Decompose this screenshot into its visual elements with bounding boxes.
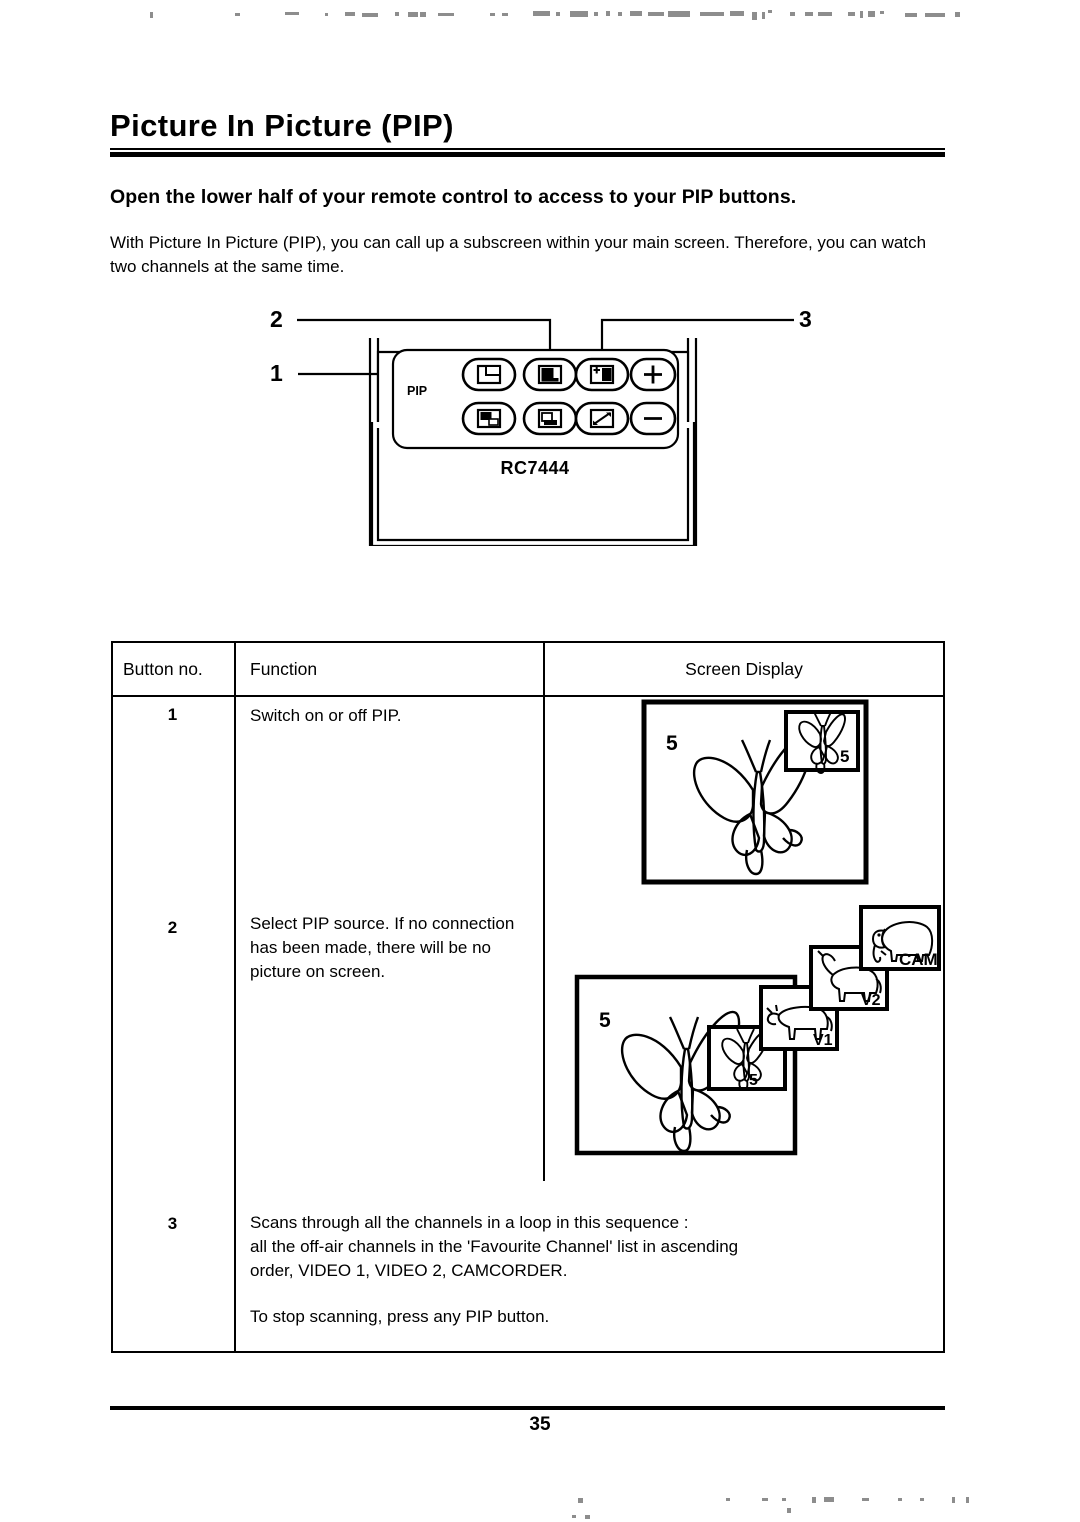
document-page: Picture In Picture (PIP) Open the lower … <box>0 0 1080 1522</box>
intro-paragraph: With Picture In Picture (PIP), you can c… <box>110 233 927 276</box>
table-header-screen-display: Screen Display <box>685 659 803 679</box>
remote-control-figure: PIP RC7444 1 2 3 <box>250 296 820 548</box>
pip-label: PIP <box>407 384 427 398</box>
table-row-1-button-no: 1 <box>167 705 178 724</box>
pip-swap-button[interactable] <box>522 401 578 436</box>
page-number: 35 <box>529 1414 551 1435</box>
pip-subscreen-cascade-4: CAM <box>859 905 941 971</box>
scan-artifacts-bottom <box>0 1490 1080 1520</box>
pip-button-table: Button no. Function Screen Display 1 Swi… <box>111 641 945 1353</box>
table-row-3-function-line-2: all the off-air channels in the 'Favouri… <box>250 1237 739 1256</box>
callout-number-2: 2 <box>270 306 283 332</box>
table-row-3-function-line-4: To stop scanning, press any PIP button. <box>250 1307 550 1326</box>
pip-subscreen-cascade-1-label: 5 <box>749 1072 758 1089</box>
table-row-3-button-no: 3 <box>167 1214 178 1233</box>
table-row-3-function-line-3: order, VIDEO 1, VIDEO 2, CAMCORDER. <box>250 1261 568 1280</box>
pip-illustration-cascade: 5 5 V1 V2 CAM <box>574 905 941 1156</box>
pip-subscreen-1-label: 5 <box>840 747 849 766</box>
table-row-1-function: Switch on or off PIP. <box>250 706 402 725</box>
scan-artifacts-top <box>0 8 1080 24</box>
main-channel-number-2: 5 <box>599 1009 611 1032</box>
pip-scan-button[interactable] <box>574 357 630 392</box>
pip-illustration-single: 5 5 <box>641 699 869 885</box>
title-rule <box>110 148 945 157</box>
callout-number-3: 3 <box>799 306 812 332</box>
main-channel-number: 5 <box>666 732 678 755</box>
remote-control-diagram: PIP RC7444 <box>297 318 794 548</box>
pip-source-button[interactable] <box>522 357 578 392</box>
pip-subscreen-cascade-4-label: CAM <box>899 950 938 969</box>
table-row-2-function: Select PIP source. If no connection has … <box>250 914 515 981</box>
pip-subscreen-1: 5 <box>784 710 860 774</box>
remote-model-label: RC7444 <box>500 458 569 478</box>
table-row-1-screen-display: 5 5 <box>640 698 872 888</box>
table-column-divider-2 <box>543 641 545 1181</box>
volume-plus-button[interactable] <box>629 357 677 392</box>
table-row-3-function-line-1: Scans through all the channels in a loop… <box>250 1213 689 1232</box>
table-header-function: Function <box>250 659 318 679</box>
pip-on-off-button[interactable] <box>461 357 517 392</box>
table-column-divider-1 <box>234 641 236 1353</box>
footer-rule <box>110 1406 945 1410</box>
table-header-button-no: Button no. <box>123 659 203 679</box>
pip-subscreen-cascade-2-label: V1 <box>813 1032 833 1049</box>
pip-size-button[interactable] <box>574 401 630 436</box>
pip-subscreen-cascade-3-label: V2 <box>861 992 881 1009</box>
section-subheading: Open the lower half of your remote contr… <box>110 186 797 208</box>
table-row-2-screen-display: 5 5 V1 V2 CAM <box>573 899 945 1159</box>
table-header-separator <box>111 695 945 697</box>
page-title: Picture In Picture (PIP) <box>110 108 454 143</box>
table-row-2-button-no: 2 <box>167 918 178 937</box>
volume-minus-button[interactable] <box>629 401 677 436</box>
pip-position-button[interactable] <box>461 401 517 436</box>
callout-number-1: 1 <box>270 360 283 386</box>
